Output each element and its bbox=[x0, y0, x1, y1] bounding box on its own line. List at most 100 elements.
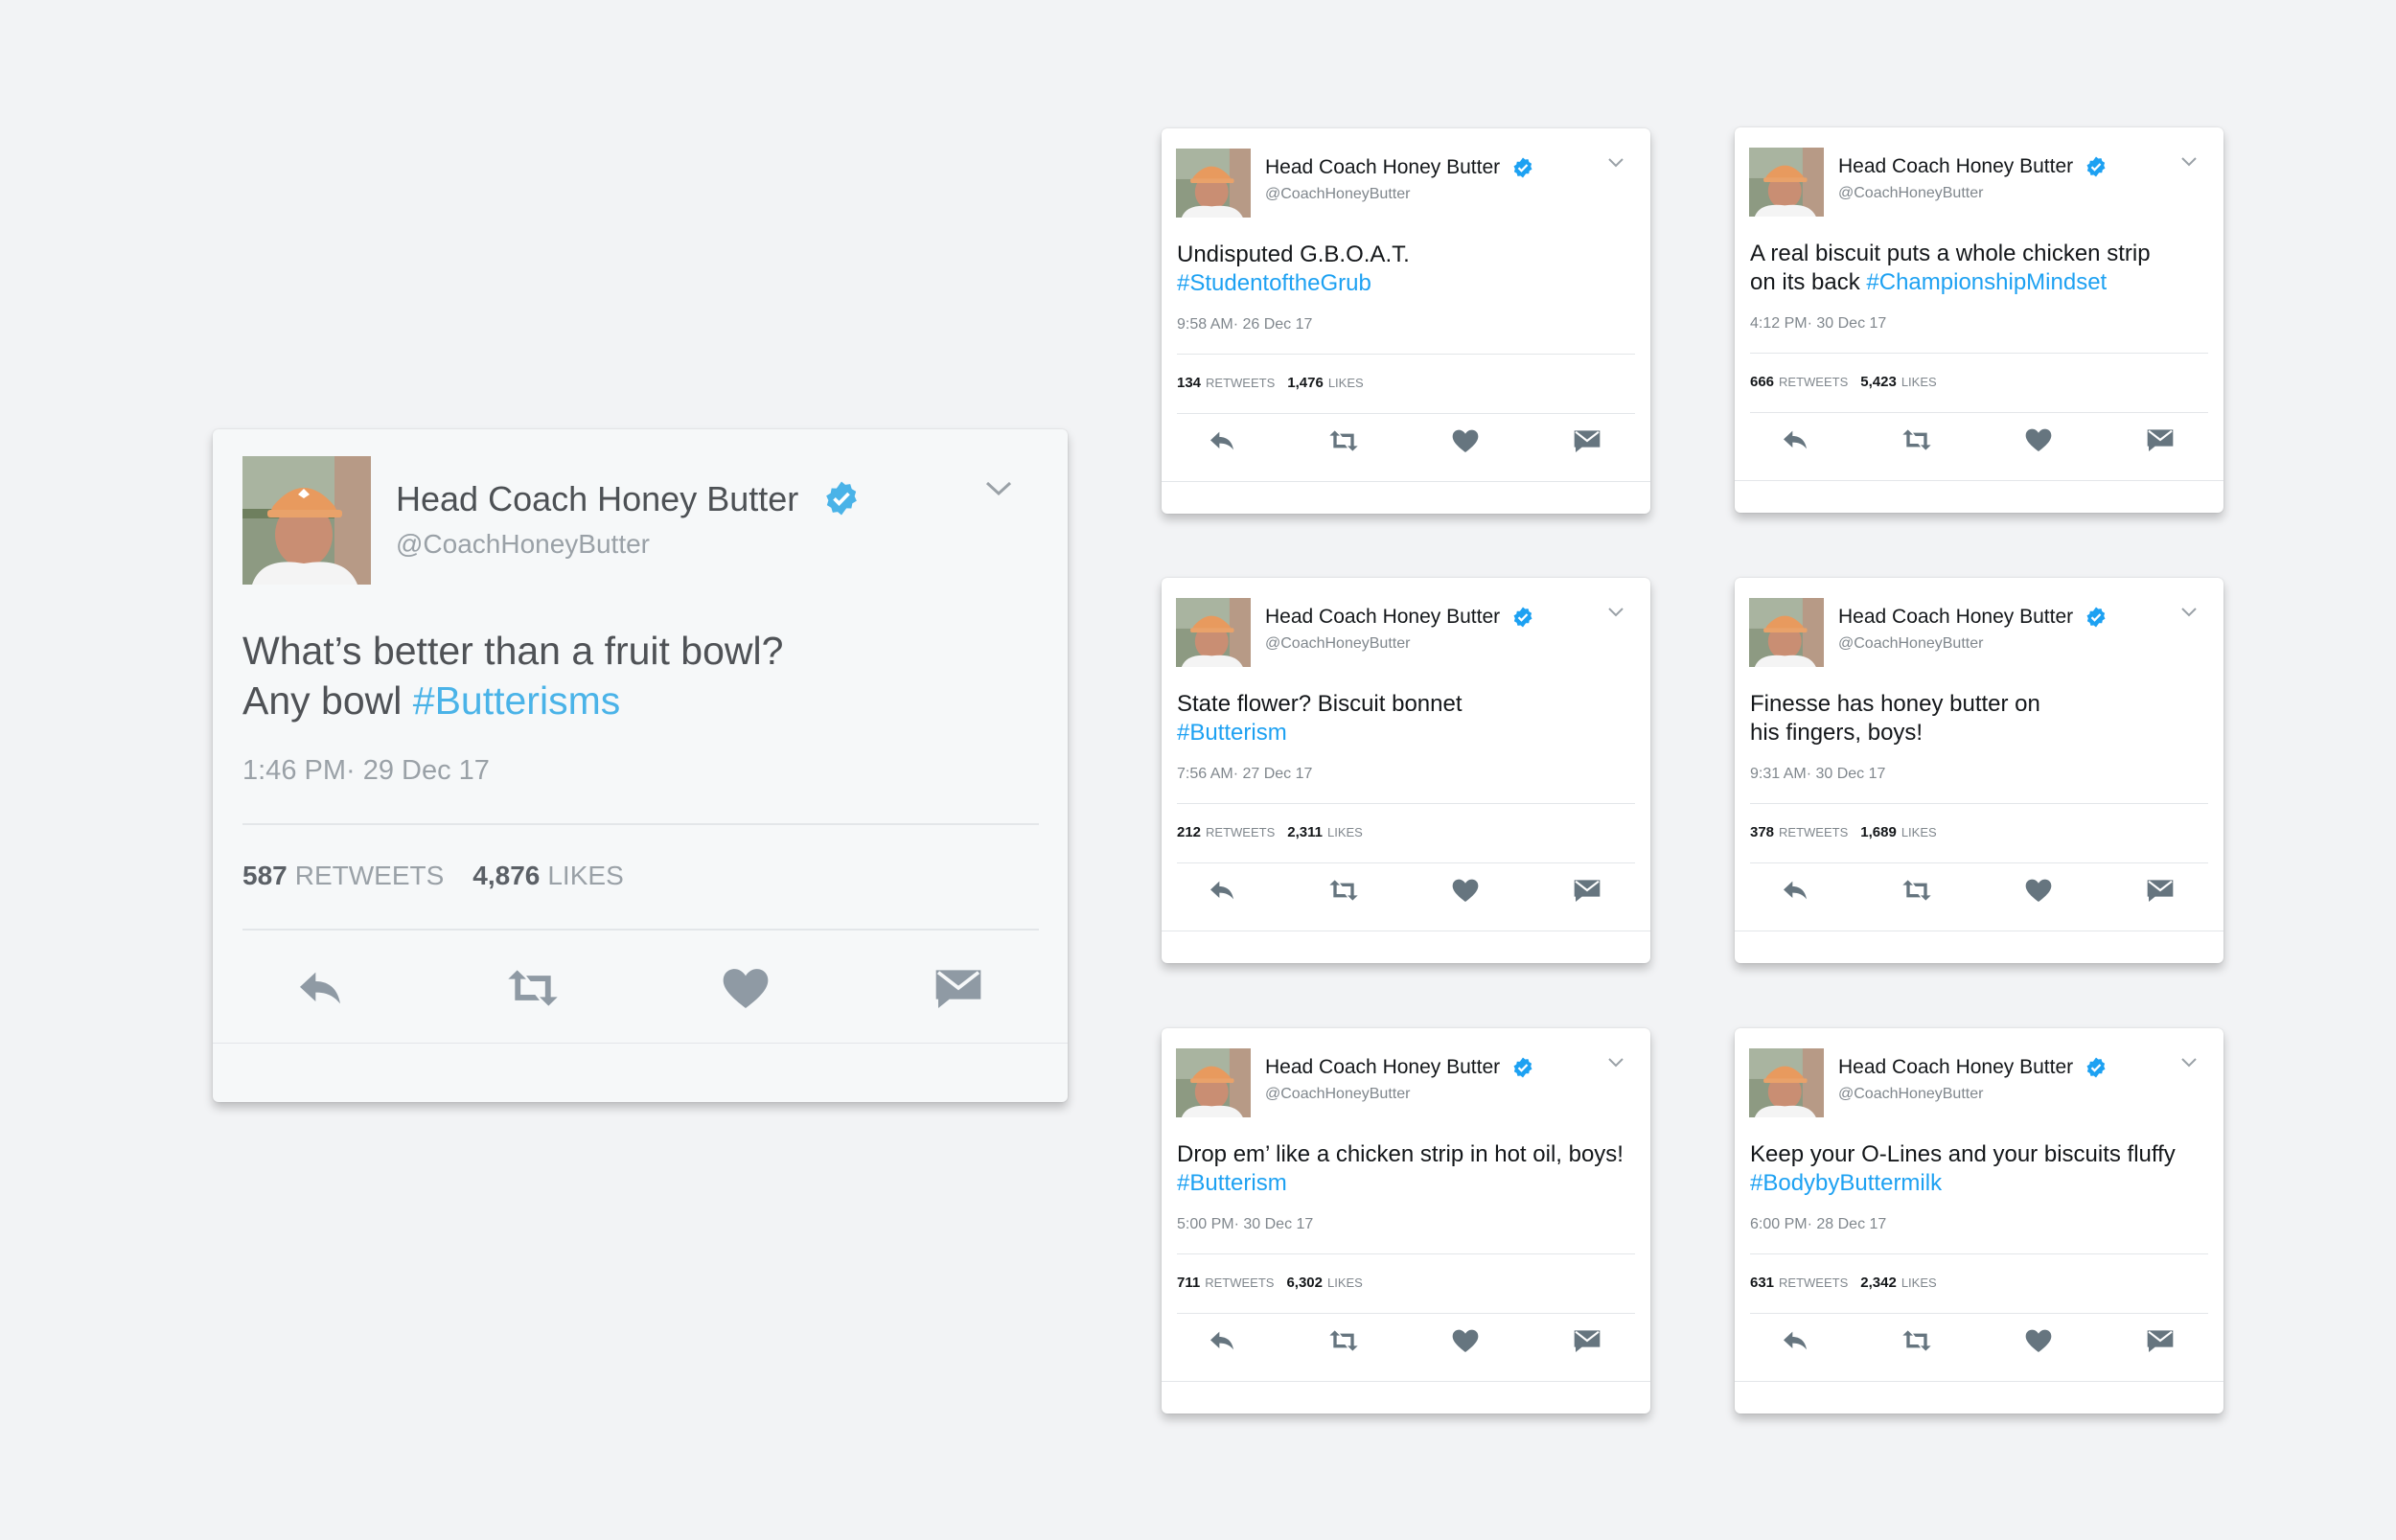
chevron-down-icon[interactable] bbox=[2180, 607, 2198, 618]
retweet-icon[interactable] bbox=[1326, 425, 1361, 456]
like-count[interactable]: 6,302 bbox=[1286, 1275, 1323, 1291]
tweet-text-part: Any bowl bbox=[242, 678, 413, 723]
tweet-timestamp[interactable]: 5:00 PM· 30 Dec 17 bbox=[1177, 1216, 1313, 1233]
retweet-count[interactable]: 212 bbox=[1177, 824, 1201, 840]
heart-icon[interactable] bbox=[1448, 875, 1483, 906]
retweet-icon[interactable] bbox=[1900, 425, 1934, 455]
tweet-timestamp[interactable]: 4:12 PM· 30 Dec 17 bbox=[1750, 315, 1886, 333]
divider bbox=[1750, 1313, 2208, 1314]
retweet-count[interactable]: 587 bbox=[242, 861, 288, 890]
like-label: LIKES bbox=[1901, 825, 1937, 839]
tweet-text-line: #BodybyButtermilk bbox=[1750, 1169, 2176, 1198]
like-count[interactable]: 5,423 bbox=[1860, 374, 1897, 390]
direct-message-icon[interactable] bbox=[2143, 1325, 2177, 1356]
chevron-down-icon[interactable] bbox=[1607, 1057, 1624, 1069]
direct-message-icon[interactable] bbox=[1570, 1325, 1604, 1356]
heart-icon[interactable] bbox=[2021, 1325, 2056, 1356]
hashtag-link[interactable]: #Butterism bbox=[1177, 1170, 1287, 1196]
chevron-down-icon[interactable] bbox=[2180, 1057, 2198, 1069]
hashtag-link[interactable]: #ChampionshipMindset bbox=[1866, 269, 2107, 295]
tweet-text-line: Keep your O-Lines and your biscuits fluf… bbox=[1750, 1141, 2176, 1167]
tweet-time: 7:56 AM bbox=[1177, 766, 1233, 782]
tweet-text-line: #Butterism bbox=[1177, 1169, 1624, 1198]
retweet-icon[interactable] bbox=[1900, 875, 1934, 906]
author-name[interactable]: Head Coach Honey Butter bbox=[1265, 156, 1500, 179]
retweet-icon[interactable] bbox=[1326, 1325, 1361, 1356]
tweet-time: 9:58 AM bbox=[1177, 316, 1233, 333]
avatar[interactable] bbox=[1176, 1048, 1251, 1117]
heart-icon[interactable] bbox=[1448, 425, 1483, 456]
tweet-date: · 30 Dec 17 bbox=[1807, 315, 1887, 332]
reply-icon[interactable] bbox=[1205, 425, 1239, 456]
hashtag-link[interactable]: #StudentoftheGrub bbox=[1177, 270, 1371, 296]
avatar[interactable] bbox=[1749, 148, 1824, 217]
avatar[interactable] bbox=[1749, 598, 1824, 667]
like-count[interactable]: 2,342 bbox=[1860, 1275, 1897, 1291]
author-handle[interactable]: @CoachHoneyButter bbox=[1265, 186, 1410, 203]
author-name[interactable]: Head Coach Honey Butter bbox=[1265, 606, 1500, 629]
reply-icon[interactable] bbox=[1205, 875, 1239, 906]
tweet-timestamp[interactable]: 9:58 AM· 26 Dec 17 bbox=[1177, 316, 1312, 333]
like-count[interactable]: 1,476 bbox=[1287, 375, 1324, 391]
chevron-down-icon[interactable] bbox=[1607, 607, 1624, 618]
author-name[interactable]: Head Coach Honey Butter bbox=[1838, 606, 2073, 629]
like-count[interactable]: 1,689 bbox=[1860, 824, 1897, 840]
author-name[interactable]: Head Coach Honey Butter bbox=[1838, 1056, 2073, 1079]
heart-icon[interactable] bbox=[715, 961, 776, 1015]
hashtag-link[interactable]: #Butterisms bbox=[413, 678, 620, 723]
retweet-count[interactable]: 666 bbox=[1750, 374, 1774, 390]
retweet-count[interactable]: 711 bbox=[1177, 1275, 1200, 1291]
tweet-timestamp[interactable]: 1:46 PM· 29 Dec 17 bbox=[242, 755, 490, 787]
direct-message-icon[interactable] bbox=[2143, 425, 2177, 455]
avatar[interactable] bbox=[242, 456, 371, 585]
retweet-icon[interactable] bbox=[1326, 875, 1361, 906]
tweet-text-line: Undisputed G.B.O.A.T. bbox=[1177, 241, 1410, 267]
author-name[interactable]: Head Coach Honey Butter bbox=[1838, 155, 2073, 178]
author-handle[interactable]: @CoachHoneyButter bbox=[1838, 185, 1983, 202]
heart-icon[interactable] bbox=[1448, 1325, 1483, 1356]
tweet-date: · 30 Dec 17 bbox=[1806, 766, 1886, 782]
tweet-timestamp[interactable]: 9:31 AM· 30 Dec 17 bbox=[1750, 766, 1885, 783]
verified-badge-icon bbox=[2085, 1056, 2108, 1079]
author-handle[interactable]: @CoachHoneyButter bbox=[396, 529, 650, 560]
retweet-count[interactable]: 134 bbox=[1177, 375, 1201, 391]
reply-icon[interactable] bbox=[1778, 1325, 1812, 1356]
reply-icon[interactable] bbox=[1778, 425, 1812, 455]
tweet-timestamp[interactable]: 7:56 AM· 27 Dec 17 bbox=[1177, 766, 1312, 783]
author-handle[interactable]: @CoachHoneyButter bbox=[1265, 635, 1410, 653]
retweet-icon[interactable] bbox=[502, 961, 564, 1015]
reply-icon[interactable] bbox=[289, 961, 351, 1015]
like-label: LIKES bbox=[1327, 376, 1364, 390]
avatar[interactable] bbox=[1749, 1048, 1824, 1117]
chevron-down-icon[interactable] bbox=[2180, 156, 2198, 168]
author-handle[interactable]: @CoachHoneyButter bbox=[1838, 635, 1983, 653]
avatar[interactable] bbox=[1176, 149, 1251, 218]
reply-icon[interactable] bbox=[1778, 875, 1812, 906]
tweet-timestamp[interactable]: 6:00 PM· 28 Dec 17 bbox=[1750, 1216, 1886, 1233]
retweet-count[interactable]: 378 bbox=[1750, 824, 1774, 840]
hashtag-link[interactable]: #BodybyButtermilk bbox=[1750, 1170, 1942, 1196]
direct-message-icon[interactable] bbox=[1570, 425, 1604, 456]
direct-message-icon[interactable] bbox=[928, 961, 989, 1015]
hashtag-link[interactable]: #Butterism bbox=[1177, 720, 1287, 746]
author-name[interactable]: Head Coach Honey Butter bbox=[1265, 1056, 1500, 1079]
retweet-count[interactable]: 631 bbox=[1750, 1275, 1774, 1291]
direct-message-icon[interactable] bbox=[1570, 875, 1604, 906]
like-count[interactable]: 2,311 bbox=[1287, 824, 1323, 840]
like-count[interactable]: 4,876 bbox=[472, 861, 540, 890]
author-handle[interactable]: @CoachHoneyButter bbox=[1838, 1086, 1983, 1103]
verified-badge-icon bbox=[2085, 606, 2108, 629]
divider bbox=[1162, 1381, 1650, 1382]
reply-icon[interactable] bbox=[1205, 1325, 1239, 1356]
avatar[interactable] bbox=[1176, 598, 1251, 667]
chevron-down-icon[interactable] bbox=[1607, 157, 1624, 169]
heart-icon[interactable] bbox=[2021, 875, 2056, 906]
direct-message-icon[interactable] bbox=[2143, 875, 2177, 906]
chevron-down-icon[interactable] bbox=[983, 479, 1014, 498]
verified-badge-icon bbox=[1511, 156, 1534, 179]
author-name[interactable]: Head Coach Honey Butter bbox=[396, 479, 798, 519]
tweet-card: Head Coach Honey Butter @CoachHoneyButte… bbox=[1735, 578, 2223, 963]
author-handle[interactable]: @CoachHoneyButter bbox=[1265, 1086, 1410, 1103]
heart-icon[interactable] bbox=[2021, 425, 2056, 455]
retweet-icon[interactable] bbox=[1900, 1325, 1934, 1356]
